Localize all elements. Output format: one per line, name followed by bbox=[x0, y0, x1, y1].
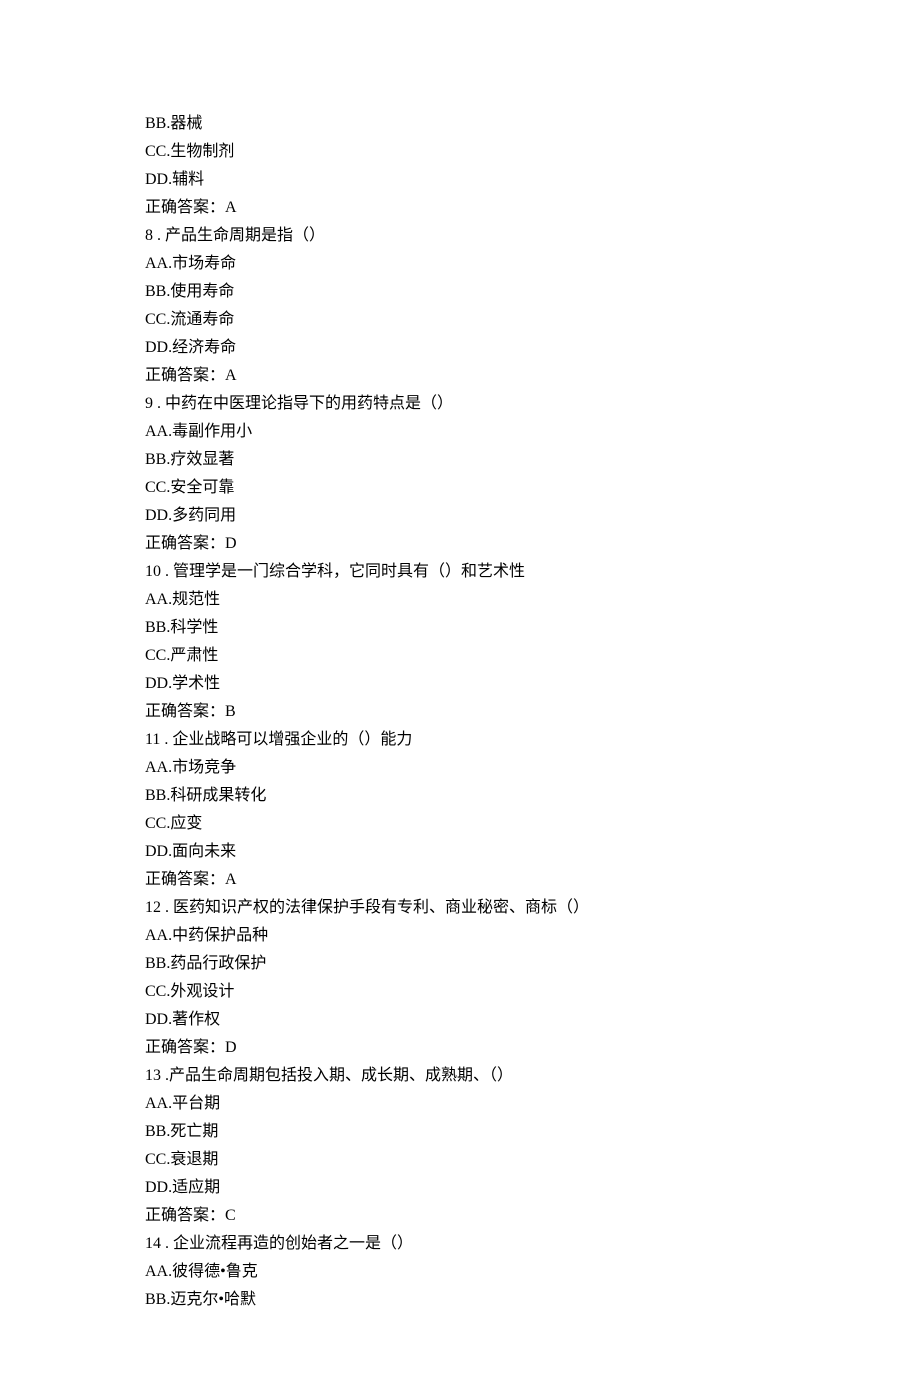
text-line: 10 . 管理学是一门综合学科，它同时具有（）和艺术性 bbox=[145, 558, 775, 586]
text-line: BB.迈克尔•哈默 bbox=[145, 1286, 775, 1314]
text-line: DD.适应期 bbox=[145, 1174, 775, 1202]
text-line: AA.市场寿命 bbox=[145, 250, 775, 278]
text-line: BB.药品行政保护 bbox=[145, 950, 775, 978]
text-line: CC.外观设计 bbox=[145, 978, 775, 1006]
text-line: AA.毒副作用小 bbox=[145, 418, 775, 446]
text-line: AA.规范性 bbox=[145, 586, 775, 614]
text-line: CC.应变 bbox=[145, 810, 775, 838]
document-page: BB.器械CC.生物制剂DD.辅料正确答案：A8 . 产品生命周期是指（）AA.… bbox=[0, 0, 920, 1374]
text-line: 正确答案：D bbox=[145, 530, 775, 558]
text-line: 正确答案：A bbox=[145, 866, 775, 894]
text-line: DD.多药同用 bbox=[145, 502, 775, 530]
text-line: BB.使用寿命 bbox=[145, 278, 775, 306]
text-line: 正确答案：D bbox=[145, 1034, 775, 1062]
text-line: 8 . 产品生命周期是指（） bbox=[145, 222, 775, 250]
text-line: BB.科研成果转化 bbox=[145, 782, 775, 810]
text-line: BB.死亡期 bbox=[145, 1118, 775, 1146]
text-line: CC.严肃性 bbox=[145, 642, 775, 670]
text-line: 11 . 企业战略可以增强企业的（）能力 bbox=[145, 726, 775, 754]
text-line: CC.衰退期 bbox=[145, 1146, 775, 1174]
text-line: BB.器械 bbox=[145, 110, 775, 138]
text-line: AA.中药保护品种 bbox=[145, 922, 775, 950]
text-line: BB.疗效显著 bbox=[145, 446, 775, 474]
text-line: 13 .产品生命周期包括投入期、成长期、成熟期、（） bbox=[145, 1062, 775, 1090]
text-line: CC.生物制剂 bbox=[145, 138, 775, 166]
text-line: CC.安全可靠 bbox=[145, 474, 775, 502]
text-line: DD.辅料 bbox=[145, 166, 775, 194]
text-line: 正确答案：C bbox=[145, 1202, 775, 1230]
text-line: 正确答案：A bbox=[145, 362, 775, 390]
text-line: 正确答案：A bbox=[145, 194, 775, 222]
text-line: 正确答案：B bbox=[145, 698, 775, 726]
text-line: AA.彼得德•鲁克 bbox=[145, 1258, 775, 1286]
text-line: 12 . 医药知识产权的法律保护手段有专利、商业秘密、商标（） bbox=[145, 894, 775, 922]
text-body: BB.器械CC.生物制剂DD.辅料正确答案：A8 . 产品生命周期是指（）AA.… bbox=[145, 110, 775, 1314]
text-line: CC.流通寿命 bbox=[145, 306, 775, 334]
text-line: AA.市场竞争 bbox=[145, 754, 775, 782]
text-line: BB.科学性 bbox=[145, 614, 775, 642]
text-line: 9 . 中药在中医理论指导下的用药特点是（） bbox=[145, 390, 775, 418]
text-line: DD.面向未来 bbox=[145, 838, 775, 866]
text-line: AA.平台期 bbox=[145, 1090, 775, 1118]
text-line: DD.学术性 bbox=[145, 670, 775, 698]
text-line: DD.著作权 bbox=[145, 1006, 775, 1034]
text-line: 14 . 企业流程再造的创始者之一是（） bbox=[145, 1230, 775, 1258]
text-line: DD.经济寿命 bbox=[145, 334, 775, 362]
